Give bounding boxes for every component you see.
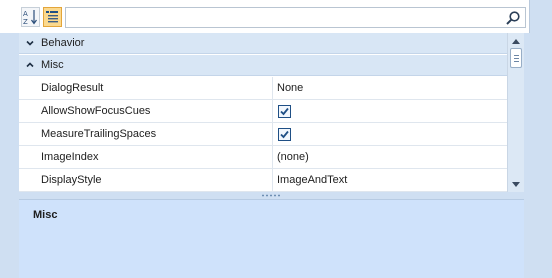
property-row-dialogresult[interactable]: DialogResult None	[19, 77, 507, 100]
scroll-thumb[interactable]	[510, 48, 522, 68]
splitter-grip-icon[interactable]	[261, 194, 281, 197]
property-row-allowshowfocuscues[interactable]: AllowShowFocusCues	[19, 100, 507, 123]
svg-text:A: A	[23, 10, 28, 18]
description-panel: Misc	[19, 199, 524, 278]
property-grid-window: A Z Behavior Misc DialogResult None Allo…	[0, 0, 552, 278]
property-name: DialogResult	[19, 77, 273, 100]
property-value[interactable]: (none)	[274, 146, 507, 169]
categorized-view-button[interactable]	[43, 7, 62, 27]
chevron-down-icon[interactable]	[24, 37, 36, 49]
property-name: DisplayStyle	[19, 169, 273, 192]
scroll-up-icon[interactable]	[512, 39, 520, 44]
vertical-scrollbar[interactable]	[507, 33, 524, 192]
search-input[interactable]	[65, 7, 526, 28]
property-value[interactable]: ImageAndText	[274, 169, 507, 192]
checkmark-icon	[280, 130, 289, 139]
description-splitter[interactable]	[19, 192, 524, 199]
property-grid: Behavior Misc DialogResult None AllowSho…	[19, 33, 507, 192]
grid-right-margin	[524, 33, 552, 278]
search-icon[interactable]	[505, 10, 521, 26]
category-row-behavior[interactable]: Behavior	[19, 33, 507, 54]
sort-az-icon: A Z	[23, 10, 37, 26]
property-checkbox[interactable]	[278, 105, 291, 118]
property-name: AllowShowFocusCues	[19, 100, 273, 123]
svg-text:Z: Z	[23, 18, 28, 26]
grid-left-margin	[0, 33, 19, 278]
category-label: Misc	[41, 59, 64, 71]
property-value[interactable]: None	[274, 77, 507, 100]
categorized-list-icon	[46, 11, 58, 23]
property-name: MeasureTrailingSpaces	[19, 123, 273, 146]
description-title: Misc	[33, 209, 58, 221]
property-row-imageindex[interactable]: ImageIndex (none)	[19, 146, 507, 169]
chevron-up-icon[interactable]	[24, 59, 36, 71]
property-row-measuretrailingspaces[interactable]: MeasureTrailingSpaces	[19, 123, 507, 146]
toolbar: A Z	[0, 0, 530, 33]
checkmark-icon	[280, 107, 289, 116]
category-label: Behavior	[41, 37, 85, 49]
property-checkbox[interactable]	[278, 128, 291, 141]
scroll-down-icon[interactable]	[512, 182, 520, 187]
property-name: ImageIndex	[19, 146, 273, 169]
sort-alphabetical-button[interactable]: A Z	[21, 7, 40, 27]
property-row-displaystyle[interactable]: DisplayStyle ImageAndText	[19, 169, 507, 192]
category-row-misc[interactable]: Misc	[19, 55, 507, 76]
